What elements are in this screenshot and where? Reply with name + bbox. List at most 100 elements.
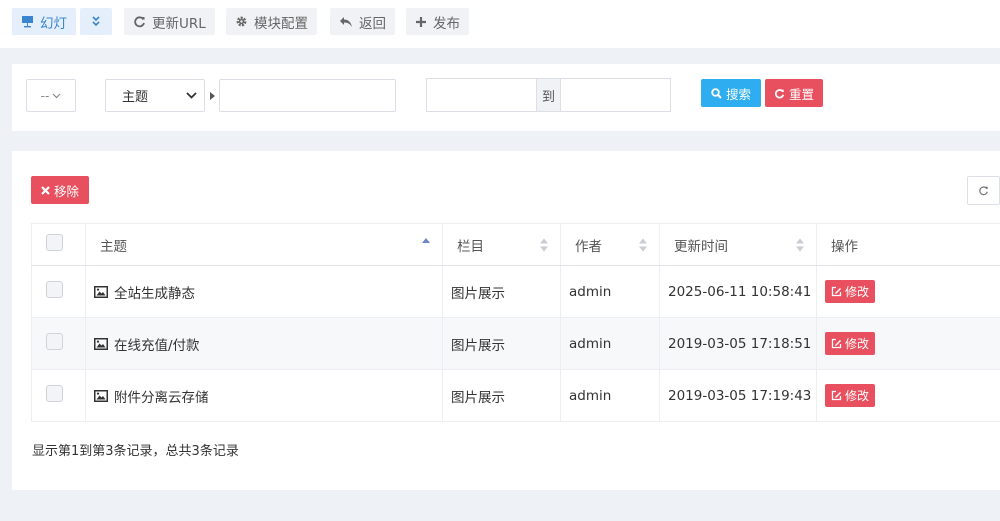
- table-row: 附件分离云存储 图片展示 admin 2019-03-05 17:19:43 修…: [31, 369, 1000, 422]
- collapse-toggle-button[interactable]: [80, 8, 112, 35]
- edit-button[interactable]: 修改: [825, 384, 876, 407]
- image-icon: [94, 337, 108, 350]
- plus-icon: [416, 16, 426, 27]
- column-header-operation: 操作: [816, 223, 1000, 266]
- row-subject-link[interactable]: 在线充值/付款: [114, 334, 200, 354]
- double-chevron-down-icon: [92, 16, 100, 27]
- status-select[interactable]: --: [26, 79, 76, 112]
- column-header-subject[interactable]: 主题: [85, 223, 443, 266]
- row-checkbox[interactable]: [46, 281, 63, 298]
- reset-button[interactable]: 重置: [765, 79, 823, 107]
- row-updated-time: 2025-06-11 10:58:41: [659, 265, 817, 318]
- sort-asc-icon: [422, 238, 430, 251]
- row-category: 图片展示: [442, 369, 561, 422]
- row-select-cell: [31, 369, 86, 422]
- row-select-cell: [31, 317, 86, 370]
- refresh-icon: [979, 186, 988, 196]
- data-table: 主题 栏目 作者 更新时间 操作 全站生成静态 图片展示 admin 2025-…: [31, 223, 1000, 422]
- row-checkbox[interactable]: [46, 333, 63, 350]
- refresh-table-button[interactable]: [967, 176, 1000, 205]
- row-subject-cell: 全站生成静态: [85, 265, 443, 318]
- keyword-input[interactable]: [219, 79, 396, 112]
- row-operation-cell: 修改: [816, 369, 1000, 422]
- edit-icon: [831, 390, 842, 401]
- gear-icon: [236, 16, 247, 27]
- chevron-down-icon: [52, 93, 61, 98]
- column-header-updated[interactable]: 更新时间: [659, 223, 817, 266]
- row-author: admin: [560, 265, 660, 318]
- reply-icon: [340, 16, 352, 27]
- column-header-updated-label: 更新时间: [674, 238, 728, 255]
- table-row: 全站生成静态 图片展示 admin 2025-06-11 10:58:41 修改: [31, 265, 1000, 318]
- row-subject-link[interactable]: 全站生成静态: [114, 282, 195, 302]
- column-header-operation-label: 操作: [831, 238, 858, 255]
- remove-button-label: 移除: [53, 183, 79, 199]
- update-url-label: 更新URL: [152, 15, 206, 32]
- module-config-label: 模块配置: [254, 15, 308, 32]
- row-operation-cell: 修改: [816, 265, 1000, 318]
- date-from-input[interactable]: [426, 78, 536, 112]
- row-category: 图片展示: [442, 265, 561, 318]
- caret-right-icon: [210, 92, 215, 100]
- toolbar: 幻灯 更新URL 模块配置 返回 发布: [0, 0, 1000, 48]
- search-icon: [711, 87, 722, 99]
- field-select-value: 主题: [122, 90, 149, 105]
- publish-label: 发布: [433, 15, 460, 32]
- edit-icon: [831, 338, 842, 349]
- search-button[interactable]: 搜索: [701, 79, 761, 107]
- back-label: 返回: [359, 15, 386, 32]
- date-to-input[interactable]: [561, 78, 671, 112]
- edit-button-label: 修改: [845, 389, 870, 403]
- pagination-info: 显示第1到第3条记录，总共3条记录: [32, 444, 239, 459]
- update-url-button[interactable]: 更新URL: [124, 8, 215, 35]
- slideshow-icon: [22, 16, 33, 28]
- image-icon: [94, 285, 108, 298]
- edit-button-label: 修改: [845, 337, 870, 351]
- row-updated-time: 2019-03-05 17:19:43: [659, 369, 817, 422]
- module-config-button[interactable]: 模块配置: [226, 8, 317, 35]
- edit-button-label: 修改: [845, 285, 870, 299]
- table-row: 在线充值/付款 图片展示 admin 2019-03-05 17:18:51 修…: [31, 317, 1000, 370]
- sort-icon: [540, 238, 548, 251]
- column-header-subject-label: 主题: [100, 238, 127, 255]
- content-panel: 移除 主题 栏目 作者 更新时间 操作 全站生成静态 图片展示 admin 20…: [12, 151, 1000, 490]
- row-author: admin: [560, 369, 660, 422]
- edit-icon: [831, 286, 842, 297]
- slideshow-label: 幻灯: [40, 15, 67, 32]
- publish-button[interactable]: 发布: [406, 8, 469, 35]
- column-header-category-label: 栏目: [457, 238, 484, 255]
- search-button-label: 搜索: [725, 86, 751, 102]
- sort-icon: [639, 238, 647, 251]
- select-all-checkbox[interactable]: [46, 234, 63, 251]
- sort-icon: [796, 238, 804, 251]
- slideshow-button[interactable]: 幻灯: [12, 8, 76, 35]
- search-panel: -- 主题 到 搜索 重置: [12, 64, 1000, 131]
- reset-button-label: 重置: [788, 86, 814, 102]
- row-category: 图片展示: [442, 317, 561, 370]
- image-icon: [94, 389, 108, 402]
- column-header-category[interactable]: 栏目: [442, 223, 561, 266]
- status-select-value: --: [40, 88, 50, 103]
- row-checkbox[interactable]: [46, 385, 63, 402]
- row-select-cell: [31, 265, 86, 318]
- row-operation-cell: 修改: [816, 317, 1000, 370]
- row-subject-link[interactable]: 附件分离云存储: [114, 386, 209, 406]
- table-header-row: 主题 栏目 作者 更新时间 操作: [31, 223, 1000, 266]
- refresh-icon: [134, 16, 145, 28]
- select-all-cell: [31, 223, 86, 266]
- chevron-down-icon: [186, 92, 197, 99]
- refresh-icon: [774, 88, 785, 98]
- back-button[interactable]: 返回: [330, 8, 395, 35]
- date-to-label: 到: [536, 78, 561, 112]
- column-header-author-label: 作者: [575, 238, 602, 255]
- x-icon: [41, 185, 50, 195]
- row-author: admin: [560, 317, 660, 370]
- edit-button[interactable]: 修改: [825, 280, 876, 303]
- field-select[interactable]: 主题: [105, 79, 205, 112]
- row-updated-time: 2019-03-05 17:18:51: [659, 317, 817, 370]
- row-subject-cell: 附件分离云存储: [85, 369, 443, 422]
- remove-button[interactable]: 移除: [31, 176, 89, 204]
- column-header-author[interactable]: 作者: [560, 223, 660, 266]
- row-subject-cell: 在线充值/付款: [85, 317, 443, 370]
- edit-button[interactable]: 修改: [825, 332, 876, 355]
